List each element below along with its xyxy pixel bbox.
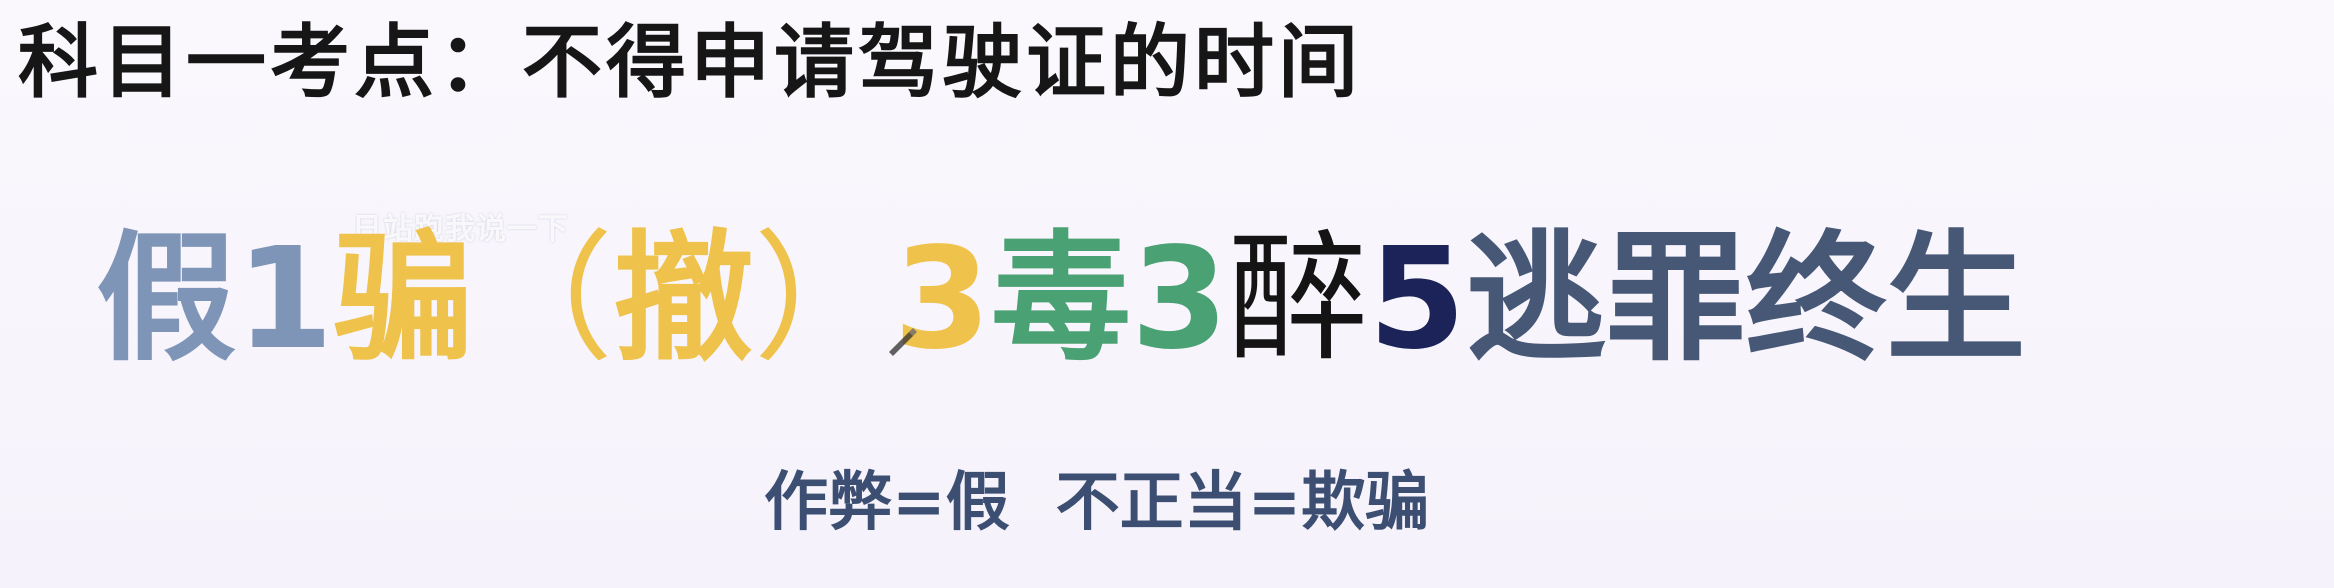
mnemonic-three-b: 3 [1130,218,1229,381]
note-improper: 不正当=欺骗 [1055,466,1430,540]
slide-canvas: 科目一考点：不得申请驾驶证的时间 日站跑我说一下 假1骗（撤）3毒3醉5逃罪终生… [0,0,2334,588]
mnemonic-paren-close: ） [753,218,894,381]
page-title: 科目一考点：不得申请驾驶证的时间 [18,16,1362,109]
mnemonic-line: 假1骗（撤）3毒3醉5逃罪终生 [96,200,2026,400]
mnemonic-three-a: 3 [893,218,991,381]
mnemonic-zui: 醉 [1228,218,1369,381]
mnemonic-jia: 假 [96,218,237,381]
mnemonic-tao-zui-zhong-sheng: 逃罪终生 [1465,218,2026,381]
mnemonic-pian: 骗 [333,218,474,381]
pen-cursor-icon [889,328,917,356]
explanation-note: 作弊=假 不正当=欺骗 [764,458,1429,548]
mnemonic-paren-open: （ [473,218,614,381]
note-cheating: 作弊=假 [764,466,1010,540]
mnemonic-che: 撤 [613,218,754,381]
mnemonic-one: 1 [236,218,334,381]
mnemonic-five: 5 [1368,218,1466,381]
mnemonic-du: 毒 [990,218,1131,381]
